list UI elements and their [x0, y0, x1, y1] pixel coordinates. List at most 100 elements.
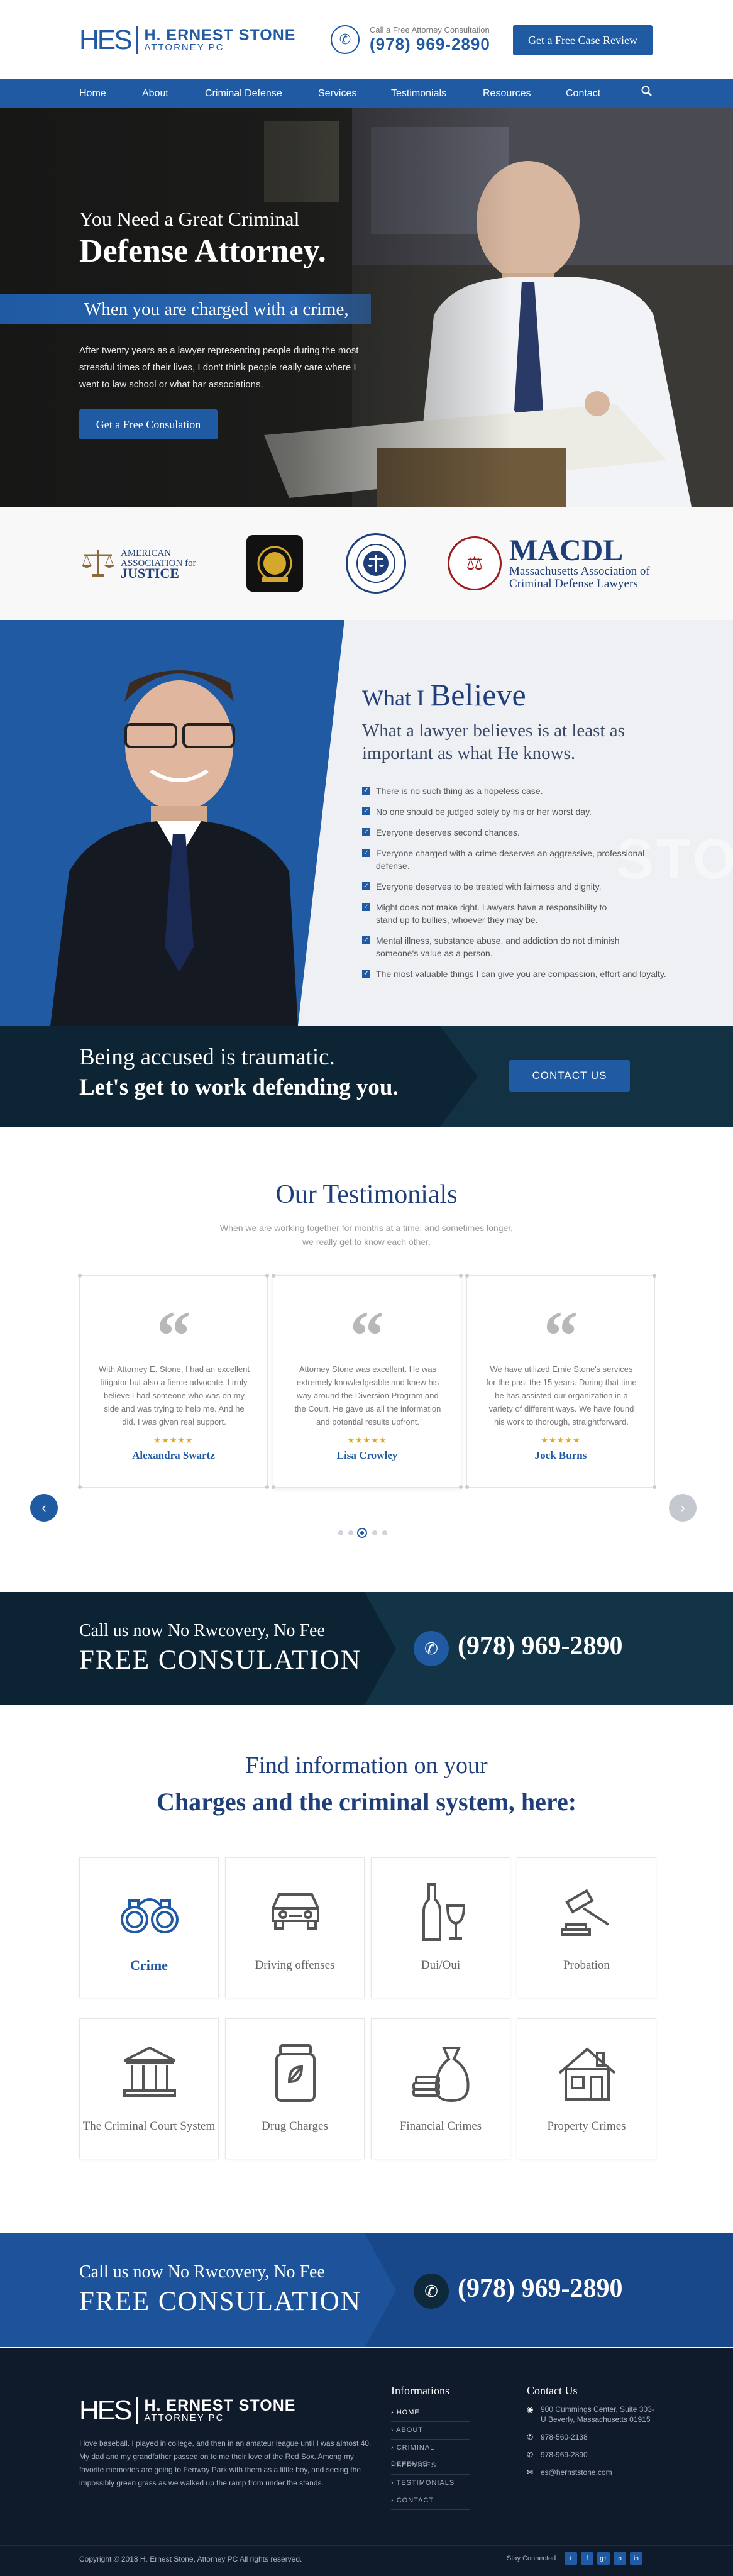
charge-card-dui[interactable]: Dui/Oui: [371, 1857, 510, 1998]
consultation-phone-number[interactable]: (978) 969-2890: [458, 1631, 622, 1661]
belief-text: Everyone deserves second chances.: [376, 827, 520, 837]
footer-link-home[interactable]: › HOME: [391, 2404, 470, 2422]
footer-about-text: I love baseball. I played in college, an…: [79, 2439, 372, 2487]
charge-card-driving[interactable]: Driving offenses: [225, 1857, 365, 1998]
phone-icon: ✆: [527, 2450, 534, 2459]
charge-card-crime[interactable]: Crime: [79, 1857, 219, 1998]
hero-title: Defense Attorney.: [79, 233, 326, 269]
belief-text: Mental illness, substance abuse, and add…: [376, 936, 620, 958]
carousel-dot[interactable]: [372, 1530, 377, 1535]
copyright-text: Copyright © 2018 H. Ernest Stone, Attorn…: [79, 2555, 302, 2563]
footer-fax: ✆ 978-560-2138: [527, 2432, 659, 2442]
testimonial-author: Lisa Crowley: [336, 1449, 398, 1461]
google-plus-icon[interactable]: g+: [597, 2552, 610, 2565]
carousel-dot[interactable]: [338, 1530, 343, 1535]
charge-card-financial[interactable]: Financial Crimes: [371, 2018, 510, 2159]
footer-link-testimonials[interactable]: › TESTIMONIALS: [391, 2475, 470, 2492]
nav-criminal-defense[interactable]: Criminal Defense: [205, 79, 282, 108]
logo-subtitle: ATTORNEY PC: [144, 2413, 224, 2423]
nav-about[interactable]: About: [142, 79, 168, 108]
macdl-sub1: Massachusetts Association of: [509, 565, 650, 578]
consultation-phone-number[interactable]: (978) 969-2890: [458, 2274, 622, 2304]
charge-card-drug[interactable]: Drug Charges: [225, 2018, 365, 2159]
logo-name: H. ERNEST STONE: [144, 2397, 296, 2414]
carousel-next-arrow-icon[interactable]: ›: [669, 1494, 697, 1522]
charge-card-property[interactable]: Property Crimes: [517, 2018, 656, 2159]
believe-title-b: Believe: [429, 677, 526, 712]
charge-label: Drug Charges: [262, 2120, 328, 2133]
twitter-icon[interactable]: t: [565, 2552, 577, 2565]
phone-icon: ✆: [527, 2433, 534, 2441]
charge-card-probation[interactable]: Probation: [517, 1857, 656, 1998]
charge-label: Financial Crimes: [399, 2120, 482, 2133]
belief-text: Everyone deserves to be treated with fai…: [376, 882, 602, 892]
checkbox-icon: ✓: [362, 970, 370, 978]
card-corner: [78, 1485, 82, 1489]
nav-resources[interactable]: Resources: [483, 79, 531, 108]
card-corner: [653, 1485, 656, 1489]
laurel-medal-icon: [246, 535, 303, 592]
pinterest-icon[interactable]: p: [614, 2552, 626, 2565]
star-rating: ★★★★★: [541, 1435, 581, 1445]
quote-icon: “: [156, 1297, 191, 1374]
charge-label: Probation: [563, 1959, 610, 1972]
search-icon[interactable]: [641, 86, 656, 101]
award-badge-logo: [246, 533, 303, 594]
carousel-dot-active[interactable]: [357, 1528, 367, 1538]
footer-email[interactable]: ✉ es@hernststone.com: [527, 2467, 659, 2477]
footer-link-label: CONTACT: [396, 2497, 434, 2504]
carousel-dots: [338, 1528, 395, 1538]
nav-home[interactable]: Home: [79, 79, 106, 108]
aaj-line3: JUSTICE: [121, 565, 179, 581]
footer-link-contact[interactable]: › CONTACT: [391, 2492, 470, 2510]
cta-line1: Being accused is traumatic.: [79, 1044, 335, 1070]
email-text: es@hernststone.com: [541, 2468, 612, 2477]
card-corner: [78, 1274, 82, 1278]
free-consultation-button[interactable]: Get a Free Consulation: [79, 409, 218, 439]
phone-icon: ✆: [331, 25, 360, 54]
footer-link-about[interactable]: › ABOUT: [391, 2422, 470, 2440]
carousel-prev-arrow-icon[interactable]: ‹: [30, 1494, 58, 1522]
carousel-dot[interactable]: [348, 1530, 353, 1535]
logo-mark: HES: [79, 2397, 138, 2424]
footer-phone[interactable]: ✆ 978-969-2890: [527, 2450, 659, 2460]
testimonial-text: We have utilized Ernie Stone's services …: [486, 1364, 637, 1427]
charge-card-court-system[interactable]: The Criminal Court System: [79, 2018, 219, 2159]
belief-text: Everyone charged with a crime deserves a…: [376, 848, 645, 871]
testimonials-title-a: Our: [275, 1180, 317, 1209]
free-case-review-button[interactable]: Get a Free Case Review: [513, 25, 653, 55]
association-logos: AMERICAN ASSOCIATION for JUSTICE ⚖ MACDL…: [0, 507, 733, 620]
footer-contact-title: Contact Us: [527, 2384, 578, 2397]
footer-link-criminal-defense[interactable]: › CRIMINAL DEFENSE: [391, 2440, 470, 2468]
believe-title: What I Believe: [362, 677, 526, 713]
card-corner: [465, 1274, 469, 1278]
nav-contact[interactable]: Contact: [566, 79, 600, 108]
testimonial-card: “ We have utilized Ernie Stone's service…: [465, 1274, 656, 1489]
testimonials-title: Our Testimonials: [0, 1180, 733, 1210]
nav-testimonials[interactable]: Testimonials: [391, 79, 446, 108]
star-rating: ★★★★★: [347, 1435, 387, 1445]
facebook-icon[interactable]: f: [581, 2552, 593, 2565]
linkedin-icon[interactable]: in: [630, 2552, 642, 2565]
beliefs-list: ✓ There is no such thing as a hopeless ca…: [362, 785, 676, 980]
belief-text: The most valuable things I can give you …: [376, 969, 666, 979]
page: HES H. ERNEST STONE ATTORNEY PC ✆ Call a…: [0, 0, 733, 2576]
nav-services[interactable]: Services: [318, 79, 356, 108]
carousel-dot[interactable]: [382, 1530, 387, 1535]
belief-item: ✓ No one should be judged solely by his o…: [362, 805, 676, 818]
site-logo[interactable]: HES H. ERNEST STONE ATTORNEY PC: [79, 25, 295, 55]
belief-item: ✓ The most valuable things I can give you…: [362, 968, 676, 980]
logo-subtitle: ATTORNEY PC: [144, 42, 224, 53]
charges-section: Find information on your Charges and the…: [0, 1706, 733, 2233]
card-corner: [265, 1485, 269, 1489]
footer-link-services[interactable]: › SERVICES: [391, 2457, 470, 2475]
charge-label: The Criminal Court System: [82, 2120, 216, 2133]
footer-link-label: HOME: [396, 2409, 420, 2416]
site-footer: HES H. ERNEST STONE ATTORNEY PC I love b…: [0, 2348, 733, 2576]
contact-us-button[interactable]: CONTACT US: [509, 1060, 630, 1092]
header-phone-number[interactable]: (978) 969-2890: [370, 35, 490, 54]
footer-logo[interactable]: HES H. ERNEST STONE ATTORNEY PC: [79, 2397, 295, 2424]
attorney-portrait: [0, 620, 344, 1026]
footer-link-label: ABOUT: [396, 2426, 424, 2434]
phone-icon: ✆: [414, 1631, 449, 1666]
